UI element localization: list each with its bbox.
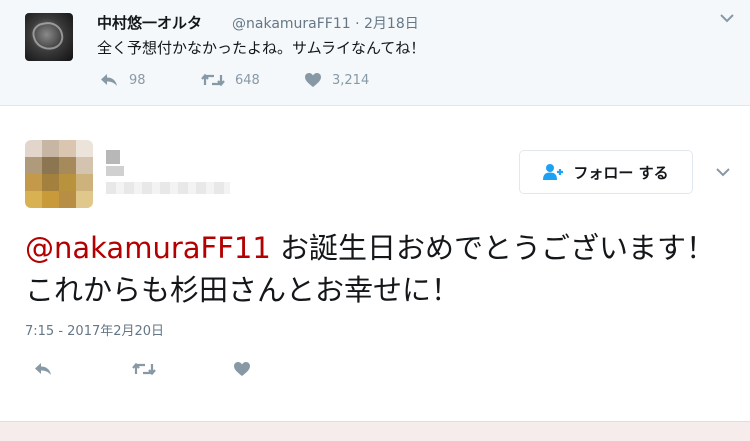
retweet-button[interactable]: 648	[201, 72, 260, 88]
main-handle-blurred[interactable]	[106, 182, 230, 194]
chevron-down-icon[interactable]	[717, 11, 737, 27]
main-avatar-blurred[interactable]	[25, 140, 93, 208]
main-display-name-blurred-2	[106, 166, 124, 176]
follow-button-label: フォロー する	[573, 163, 669, 182]
reply-area-strip	[0, 421, 750, 441]
retweet-button[interactable]	[132, 361, 156, 377]
main-tweet-text: @nakamuraFF11 お誕生日おめでとうございます！これからも杉田さんとお…	[25, 227, 730, 311]
follow-button[interactable]: フォロー する	[519, 150, 693, 194]
like-button[interactable]: 3,214	[304, 72, 369, 88]
reply-button[interactable]	[33, 361, 53, 377]
mention-link[interactable]: @nakamuraFF11	[25, 231, 271, 265]
parent-handle-date[interactable]: @nakamuraFF11 · 2月18日	[232, 13, 419, 33]
like-button[interactable]	[233, 361, 251, 377]
like-count: 3,214	[332, 72, 370, 88]
main-display-name-blurred[interactable]	[106, 150, 120, 164]
heart-icon	[234, 362, 250, 376]
parent-display-name[interactable]: 中村悠一オルタ	[97, 12, 202, 33]
parent-avatar[interactable]	[25, 13, 73, 61]
retweet-count: 648	[235, 72, 260, 88]
avatar-artwork	[30, 19, 66, 53]
parent-tweet-text: 全く予想付かなかったよね。サムライなんてね！	[97, 39, 426, 57]
reply-button[interactable]: 98	[99, 72, 146, 88]
main-tweet: フォロー する @nakamuraFF11 お誕生日おめでとうございます！これか…	[0, 107, 750, 421]
parent-tweet[interactable]: 中村悠一オルタ @nakamuraFF11 · 2月18日 全く予想付かなかった…	[0, 0, 750, 106]
reply-count: 98	[129, 72, 146, 88]
reply-icon	[101, 74, 117, 86]
chevron-down-icon[interactable]	[713, 165, 733, 181]
reply-icon	[35, 363, 51, 375]
heart-icon	[305, 73, 321, 87]
retweet-icon	[132, 362, 156, 376]
follow-person-plus-icon	[543, 164, 564, 180]
retweet-icon	[201, 73, 225, 87]
tweet-timestamp[interactable]: 7:15 - 2017年2月20日	[25, 320, 164, 339]
